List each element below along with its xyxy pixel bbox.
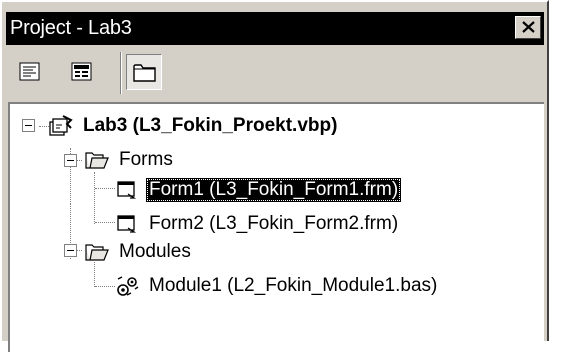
tree-item-label: Form2 (L3_Fokin_Form2.frm) xyxy=(149,213,399,234)
project-tree[interactable]: Lab3 (L3_Fokin_Proekt.vbp) Forms Form1 (… xyxy=(8,102,544,352)
expand-collapse-toggle[interactable] xyxy=(64,154,77,167)
tree-connector xyxy=(95,222,115,223)
tree-item-project[interactable]: Lab3 (L3_Fokin_Proekt.vbp) xyxy=(48,112,340,140)
tree-item-label: Form1 (L3_Fokin_Form1.frm) xyxy=(146,178,402,202)
module-icon xyxy=(117,276,139,296)
toolbar xyxy=(6,50,546,98)
folder-icon xyxy=(133,64,156,82)
view-code-button[interactable] xyxy=(12,54,48,90)
window-title: Project - Lab3 xyxy=(10,17,132,39)
tree-item-label: Lab3 (L3_Fokin_Proekt.vbp) xyxy=(83,115,338,136)
tree-item-modules-folder[interactable]: Modules xyxy=(84,238,194,266)
folder-open-icon xyxy=(85,244,109,261)
title-bar[interactable]: Project - Lab3 xyxy=(6,12,544,45)
folder-open-icon xyxy=(85,152,109,169)
toolbar-separator xyxy=(120,52,122,94)
view-object-icon xyxy=(71,62,92,81)
tree-item-form1[interactable]: Form1 (L3_Fokin_Form1.frm) xyxy=(114,176,402,204)
tree-item-label: Forms xyxy=(119,149,173,170)
tree-item-label: Modules xyxy=(119,241,191,262)
expand-collapse-toggle[interactable] xyxy=(64,244,77,257)
project-explorer-window: Project - Lab3 Lab3 (L3_Fokin_Proekt.vbp… xyxy=(0,0,549,352)
toggle-folders-button[interactable] xyxy=(126,54,162,90)
form-icon xyxy=(117,215,137,233)
view-object-button[interactable] xyxy=(64,54,100,90)
close-button[interactable] xyxy=(515,16,541,39)
project-icon xyxy=(49,115,73,136)
tree-connector xyxy=(95,286,115,287)
close-icon xyxy=(522,21,535,33)
tree-item-forms-folder[interactable]: Forms xyxy=(84,146,176,174)
view-code-icon xyxy=(19,62,40,81)
expand-collapse-toggle[interactable] xyxy=(22,119,35,132)
tree-connector xyxy=(95,188,115,189)
form-icon xyxy=(117,181,137,199)
tree-connector xyxy=(94,172,95,224)
tree-item-label: Module1 (L2_Fokin_Module1.bas) xyxy=(149,275,438,296)
tree-item-form2[interactable]: Form2 (L3_Fokin_Form2.frm) xyxy=(114,210,401,238)
tree-item-module1[interactable]: Module1 (L2_Fokin_Module1.bas) xyxy=(114,272,440,300)
